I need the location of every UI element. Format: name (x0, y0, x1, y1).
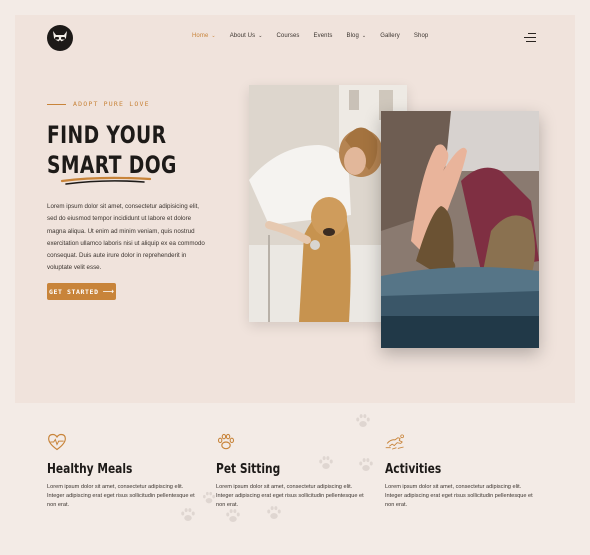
paw-print-decoration-icon (356, 414, 370, 427)
hero-description: Lorem ipsum dolor sit amet, consectetur … (47, 203, 205, 272)
title-underline (60, 176, 152, 185)
nav-item-gallery[interactable]: Gallery (380, 33, 400, 39)
nav-item-shop[interactable]: Shop (414, 33, 428, 39)
eyebrow-text: ADOPT PURE LOVE (73, 100, 150, 108)
paw-icon (217, 433, 235, 450)
feature-title: Healthy Meals (47, 462, 133, 477)
get-started-button[interactable]: GET STARTED ⟶ (47, 283, 116, 300)
feature-pet-sitting: Pet Sitting Lorem ipsum dolor sit amet, … (216, 432, 376, 510)
feature-title: Activities (385, 462, 442, 477)
nav-item-home[interactable]: Home ⌄ (192, 33, 216, 39)
paw-print-decoration-icon (359, 458, 373, 471)
chevron-down-icon: ⌄ (361, 33, 367, 39)
dog-jump-icon (385, 434, 404, 450)
nav-item-events[interactable]: Events (314, 33, 333, 39)
nav-item-about[interactable]: About Us ⌄ (230, 33, 263, 39)
chevron-down-icon: ⌄ (258, 33, 263, 39)
chevron-down-icon: ⌄ (211, 33, 216, 39)
paw-print-decoration-icon (203, 491, 215, 504)
dog-logo-icon (53, 31, 67, 43)
hero-eyebrow: ADOPT PURE LOVE (47, 100, 150, 108)
feature-description: Lorem ipsum dolor sit amet, consectetur … (385, 484, 533, 508)
paw-print-decoration-icon (267, 506, 281, 519)
main-nav: Home ⌄ About Us ⌄ Courses Events Blog ⌄ … (192, 33, 442, 39)
nav-item-label: Gallery (380, 33, 400, 39)
arrow-right-icon: ⟶ (102, 287, 115, 296)
nav-item-label: Blog (346, 33, 359, 39)
heart-pulse-icon (48, 433, 66, 451)
nav-item-label: Shop (413, 33, 429, 39)
feature-activities: Activities Lorem ipsum dolor sit amet, c… (385, 432, 545, 510)
nav-item-label: Courses (276, 33, 300, 39)
feature-healthy-meals: Healthy Meals Lorem ipsum dolor sit amet… (47, 432, 207, 510)
logo[interactable] (47, 25, 73, 51)
feature-description: Lorem ipsum dolor sit amet, consectetur … (216, 484, 364, 508)
nav-item-label: Events (313, 33, 333, 39)
hero-title-line1: FIND YOUR (47, 121, 167, 149)
paw-print-decoration-icon (226, 509, 240, 522)
nav-item-label: About Us (229, 33, 256, 39)
hero-title: FIND YOUR SMART DOG (47, 120, 177, 180)
nav-item-label: Home (192, 33, 209, 39)
get-started-label: GET STARTED (48, 287, 99, 296)
nav-item-blog[interactable]: Blog ⌄ (346, 33, 366, 39)
paw-print-decoration-icon (181, 508, 195, 521)
paw-print-decoration-icon (319, 456, 333, 469)
feature-description: Lorem ipsum dolor sit amet, consectetur … (47, 484, 195, 508)
cat-high-five-photo (381, 111, 539, 348)
eyebrow-line (47, 103, 66, 105)
nav-item-courses[interactable]: Courses (276, 33, 299, 39)
menu-icon[interactable] (524, 33, 536, 42)
